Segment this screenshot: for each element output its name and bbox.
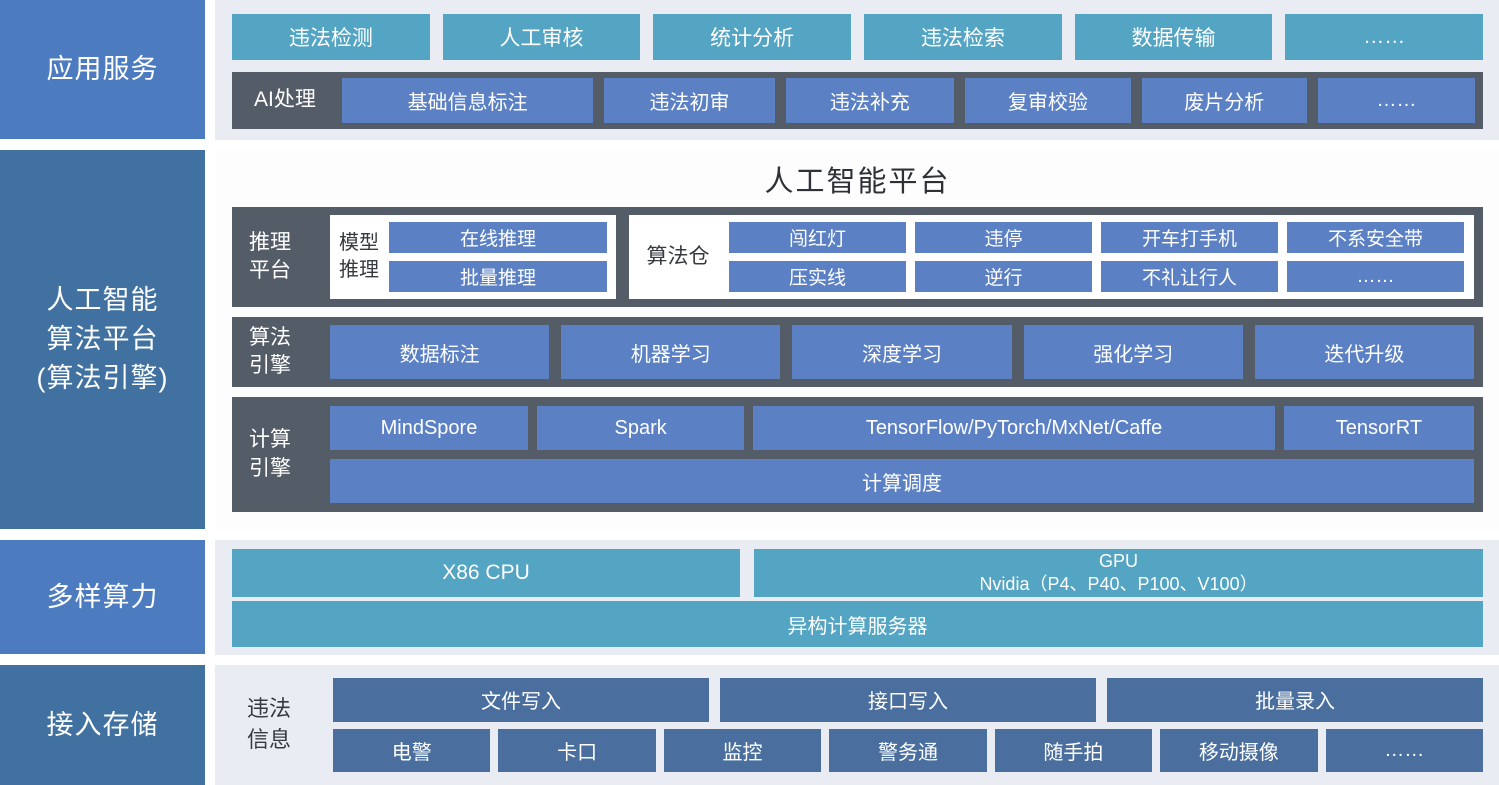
box-batch-entry: 批量录入 — [1107, 678, 1483, 722]
ai-box-initial-review: 违法初审 — [604, 78, 774, 123]
category-label-line: (算法引擎) — [37, 359, 169, 398]
service-button-row: 违法检测 人工审核 统计分析 违法检索 数据传输 …… — [232, 14, 1483, 60]
category-label-line: 人工智能 — [47, 281, 159, 320]
box-api-write: 接口写入 — [720, 678, 1096, 722]
box-line-crossing: 压实线 — [729, 261, 906, 292]
compute-engine-bar: 计算 引擎 MindSpore Spark TensorFlow/PyTorch… — [232, 397, 1483, 512]
box-gpu-nvidia: GPU Nvidia（P4、P40、P100、V100） — [754, 549, 1483, 597]
source-button-row: 电警 卡口 监控 警务通 随手拍 移动摄像 …… — [333, 729, 1483, 773]
box-ellipsis: …… — [1287, 261, 1464, 292]
box-x86-cpu: X86 CPU — [232, 549, 740, 597]
section-computing-power: X86 CPU GPU Nvidia（P4、P40、P100、V100） 异构计… — [215, 540, 1499, 655]
ai-box-supplement: 违法补充 — [786, 78, 955, 123]
ai-platform-title: 人工智能平台 — [232, 150, 1483, 207]
inference-platform-label: 推理 平台 — [241, 229, 317, 286]
box-spark: Spark — [537, 406, 744, 450]
box-illegal-parking: 违停 — [915, 222, 1092, 253]
service-box-illegal-search: 违法检索 — [864, 14, 1062, 60]
box-no-seatbelt: 不系安全带 — [1287, 222, 1464, 253]
ai-box-ellipsis: …… — [1318, 78, 1475, 123]
box-data-annotation: 数据标注 — [330, 325, 549, 379]
inference-platform-bar: 推理 平台 模型 推理 在线推理 批量推理 算法 — [232, 207, 1483, 307]
box-wrong-way: 逆行 — [915, 261, 1092, 292]
category-label: 接入存储 — [47, 706, 159, 745]
service-box-ellipsis: …… — [1285, 14, 1483, 60]
box-file-write: 文件写入 — [333, 678, 709, 722]
section-ai-platform: 人工智能平台 推理 平台 模型 推理 在线推理 批量推理 — [215, 150, 1499, 530]
box-source-ellipsis: …… — [1326, 729, 1483, 773]
processor-row: X86 CPU GPU Nvidia（P4、P40、P100、V100） — [232, 549, 1483, 597]
model-inference-buttons: 在线推理 批量推理 — [389, 222, 607, 292]
box-not-yielding-pedestrians: 不礼让行人 — [1101, 261, 1278, 292]
category-app-services: 应用服务 — [0, 0, 205, 139]
category-storage-access: 接入存储 — [0, 665, 205, 785]
service-box-data-transfer: 数据传输 — [1075, 14, 1273, 60]
category-label-line: 算法平台 — [47, 320, 159, 359]
service-box-illegal-detection: 违法检测 — [232, 14, 430, 60]
section-app-services: 违法检测 人工审核 统计分析 违法检索 数据传输 …… AI处理 基础信息标注 … — [215, 0, 1499, 140]
category-label: 应用服务 — [47, 50, 159, 89]
ai-processing-label: AI处理 — [240, 86, 332, 114]
compute-engine-content: MindSpore Spark TensorFlow/PyTorch/MxNet… — [330, 406, 1474, 503]
algorithm-engine-bar: 算法 引擎 数据标注 机器学习 深度学习 强化学习 迭代升级 — [232, 317, 1483, 387]
box-electronic-police: 电警 — [333, 729, 490, 773]
diagram-content: 违法检测 人工审核 统计分析 违法检索 数据传输 …… AI处理 基础信息标注 … — [215, 0, 1499, 785]
box-reinforcement-learning: 强化学习 — [1024, 325, 1243, 379]
box-heterogeneous-compute-server: 异构计算服务器 — [232, 601, 1483, 647]
ai-processing-button-row: 基础信息标注 违法初审 违法补充 复审校验 废片分析 …… — [342, 78, 1475, 123]
service-box-statistics: 统计分析 — [653, 14, 851, 60]
box-online-inference: 在线推理 — [389, 222, 607, 253]
storage-content: 文件写入 接口写入 批量录入 电警 卡口 监控 警务通 随手拍 移动摄像 …… — [333, 678, 1483, 772]
ingest-button-row: 文件写入 接口写入 批量录入 — [333, 678, 1483, 722]
service-box-manual-review: 人工审核 — [443, 14, 641, 60]
compute-engine-label: 计算 引擎 — [241, 426, 317, 483]
category-computing-power: 多样算力 — [0, 540, 205, 655]
ai-platform-architecture-diagram: 应用服务 人工智能 算法平台 (算法引擎) 多样算力 接入存储 违法检测 人工审… — [0, 0, 1499, 785]
model-inference-panel: 模型 推理 在线推理 批量推理 — [330, 215, 616, 299]
model-inference-label: 模型 推理 — [339, 230, 379, 284]
box-snapshot-report: 随手拍 — [995, 729, 1152, 773]
algorithm-store-label: 算法仓 — [639, 243, 717, 271]
box-compute-scheduling: 计算调度 — [330, 459, 1474, 503]
box-police-terminal: 警务通 — [829, 729, 986, 773]
box-mobile-camera: 移动摄像 — [1160, 729, 1317, 773]
ai-box-recheck: 复审校验 — [965, 78, 1130, 123]
box-iterative-upgrade: 迭代升级 — [1255, 325, 1474, 379]
box-red-light-running: 闯红灯 — [729, 222, 906, 253]
box-phone-while-driving: 开车打手机 — [1101, 222, 1278, 253]
box-machine-learning: 机器学习 — [561, 325, 780, 379]
box-deep-learning: 深度学习 — [792, 325, 1011, 379]
box-surveillance: 监控 — [664, 729, 821, 773]
box-checkpoint: 卡口 — [498, 729, 655, 773]
box-batch-inference: 批量推理 — [389, 261, 607, 292]
ai-processing-bar: AI处理 基础信息标注 违法初审 违法补充 复审校验 废片分析 …… — [232, 72, 1483, 129]
section-storage-access: 违法 信息 文件写入 接口写入 批量录入 电警 卡口 监控 警务通 随手拍 移动… — [215, 665, 1499, 785]
box-mindspore: MindSpore — [330, 406, 528, 450]
algorithm-engine-label: 算法 引擎 — [241, 324, 317, 381]
ai-platform-bars: 推理 平台 模型 推理 在线推理 批量推理 算法 — [232, 207, 1483, 512]
category-ai-algorithm-platform: 人工智能 算法平台 (算法引擎) — [0, 150, 205, 528]
box-tensorflow-pytorch-mxnet-caffe: TensorFlow/PyTorch/MxNet/Caffe — [753, 406, 1274, 450]
framework-row: MindSpore Spark TensorFlow/PyTorch/MxNet… — [330, 406, 1474, 450]
left-category-column: 应用服务 人工智能 算法平台 (算法引擎) 多样算力 接入存储 — [0, 0, 205, 785]
category-label: 多样算力 — [47, 578, 159, 617]
algorithm-engine-buttons: 数据标注 机器学习 深度学习 强化学习 迭代升级 — [330, 325, 1474, 379]
illegal-info-label: 违法 信息 — [232, 694, 318, 756]
box-tensorrt: TensorRT — [1284, 406, 1474, 450]
ai-box-waste-analysis: 废片分析 — [1142, 78, 1307, 123]
algorithm-store-grid: 闯红灯 违停 开车打手机 不系安全带 压实线 逆行 不礼让行人 …… — [729, 222, 1464, 292]
ai-box-basic-info-annotation: 基础信息标注 — [342, 78, 593, 123]
algorithm-store-panel: 算法仓 闯红灯 违停 开车打手机 不系安全带 压实线 逆行 不礼让行人 …… — [629, 215, 1474, 299]
